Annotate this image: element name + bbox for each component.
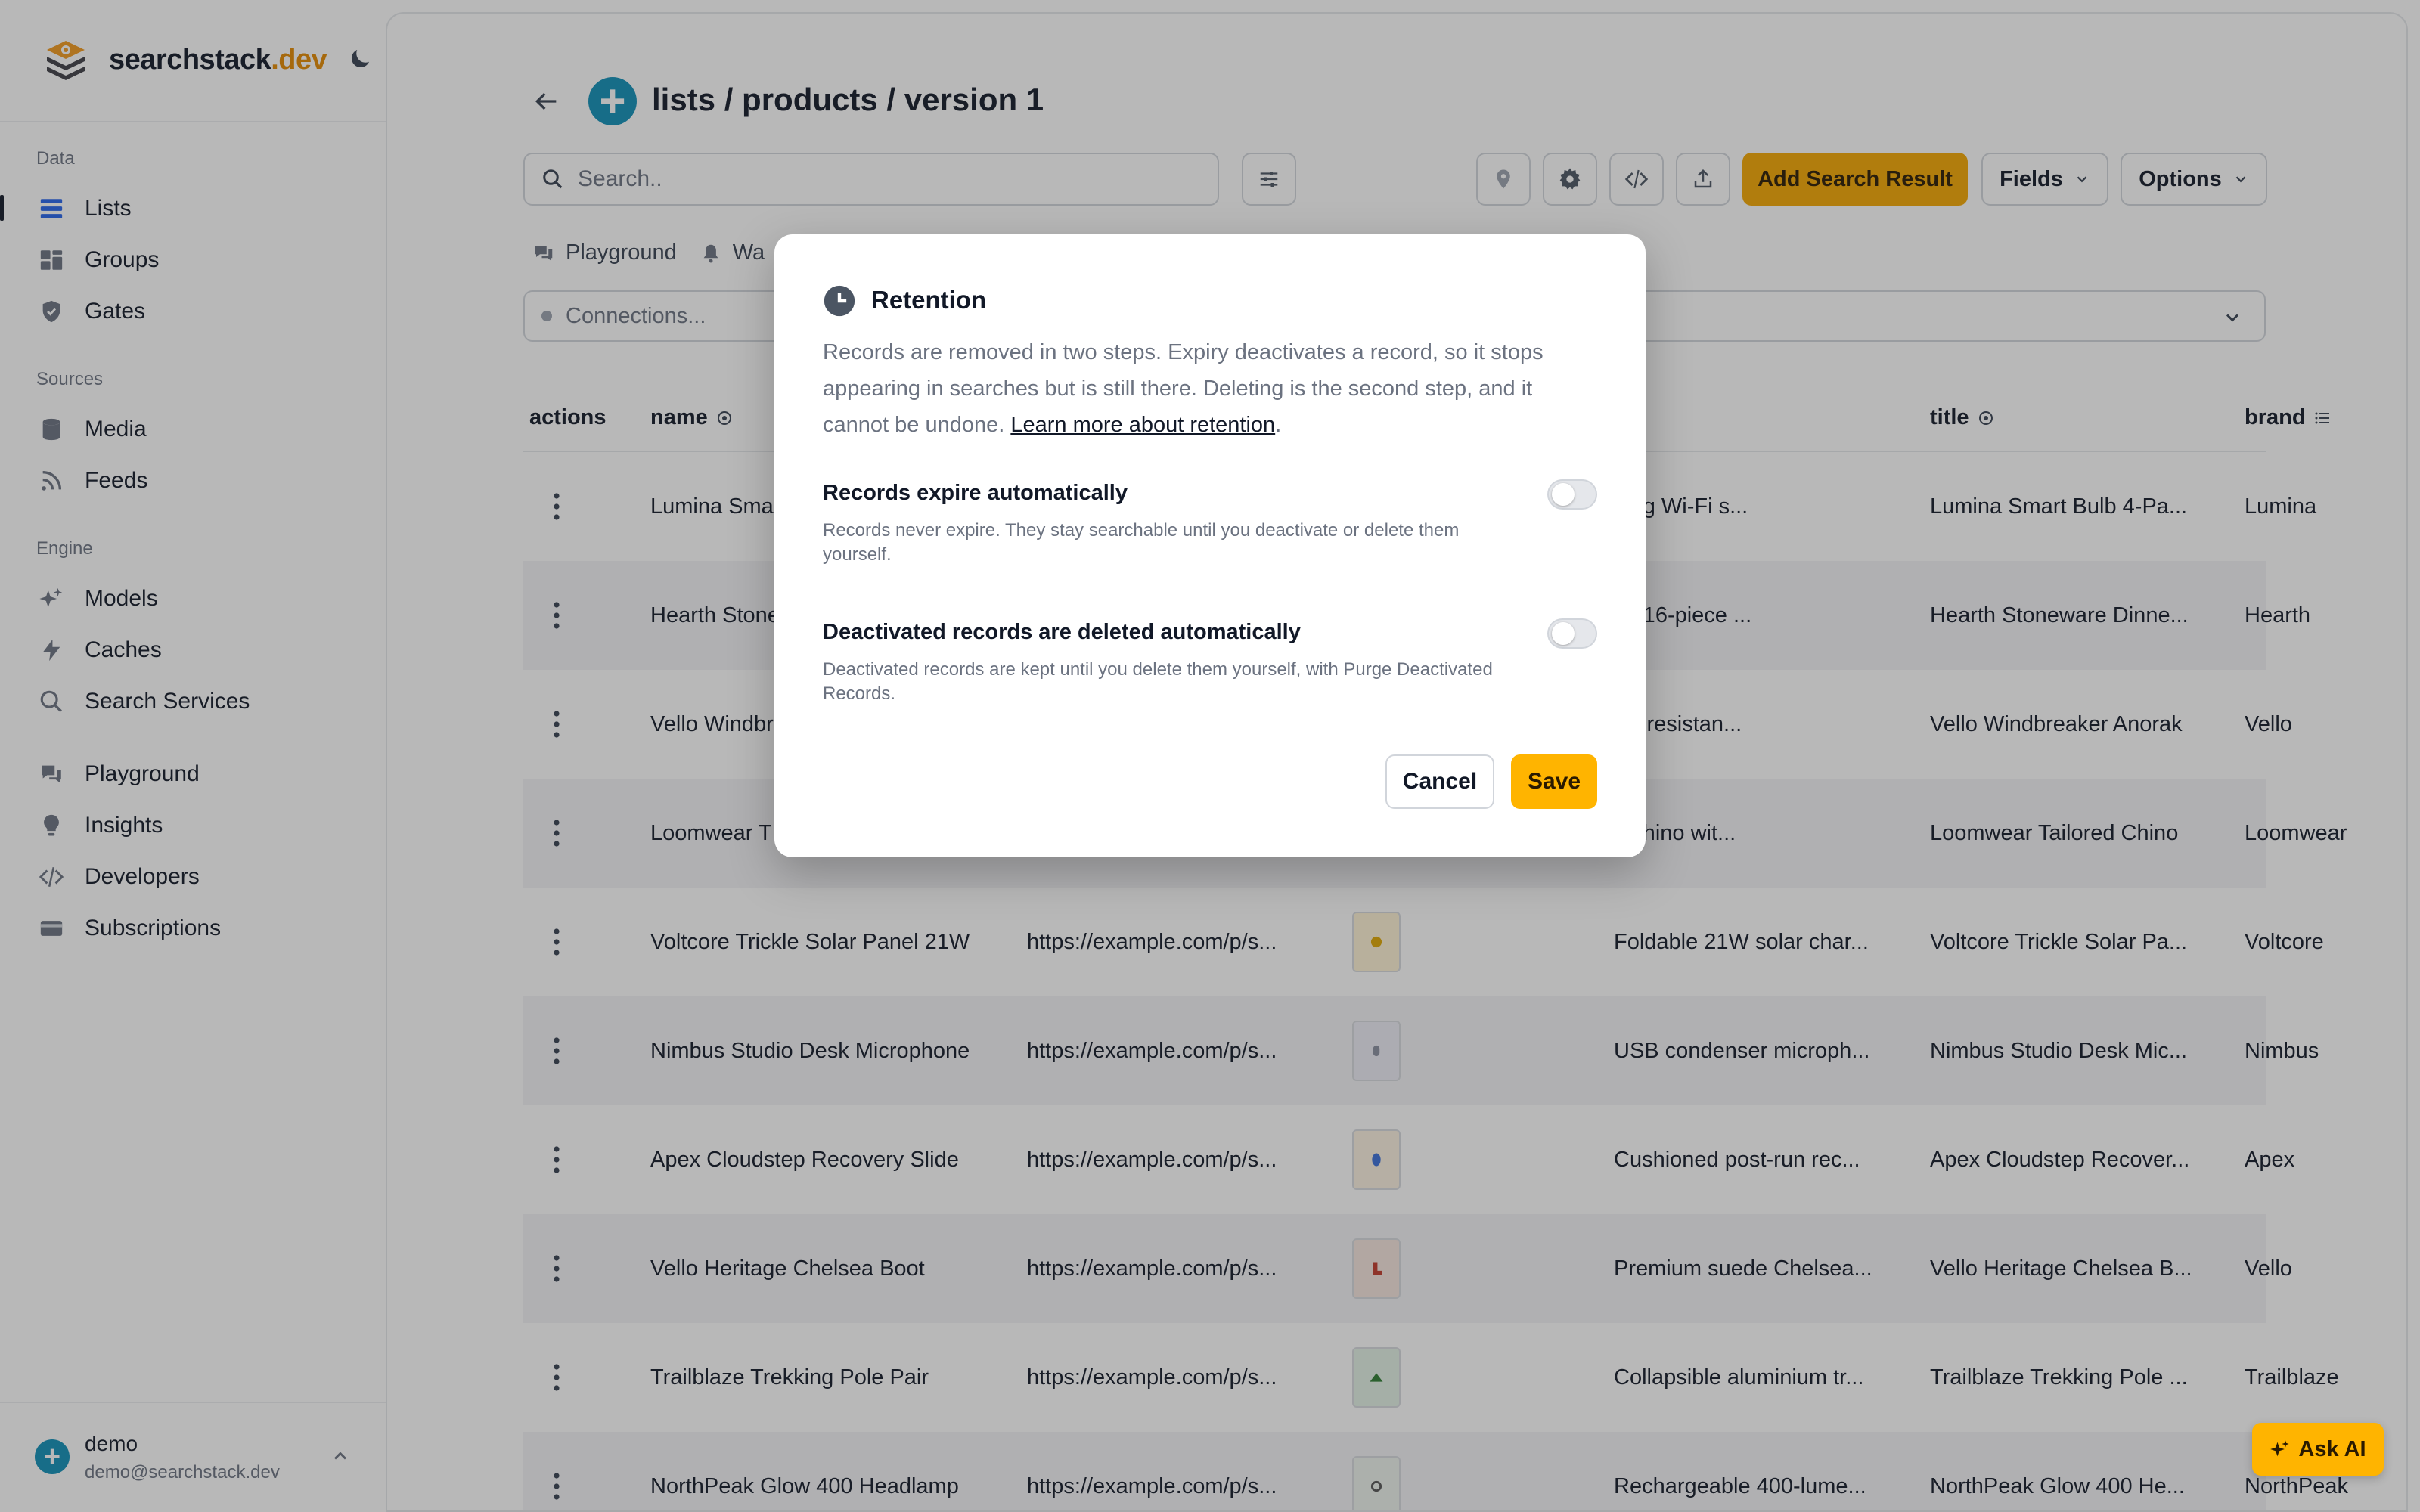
clock-icon [824,285,855,317]
ask-ai-label: Ask AI [2298,1436,2366,1461]
retention-dialog: Retention Records are removed in two ste… [774,234,1646,857]
delete-toggle[interactable] [1547,618,1597,649]
expire-toggle[interactable] [1547,479,1597,510]
learn-more-link[interactable]: Learn more about retention [1010,413,1275,437]
option-expire-label: Records expire automatically [823,481,1128,505]
option-delete-help: Deactivated records are kept until you d… [823,659,1493,704]
toggle-knob [1552,483,1575,506]
app: searchstack.dev Data Lists Groups Gates … [0,0,2420,1512]
cancel-button[interactable]: Cancel [1385,754,1494,809]
sparkles-icon [2270,1440,2290,1457]
toggle-knob [1552,622,1575,645]
dialog-description: Records are removed in two steps. Expiry… [823,340,1544,437]
option-delete-label: Deactivated records are deleted automati… [823,620,1301,644]
dialog-title: Retention [871,286,987,314]
save-button[interactable]: Save [1511,754,1597,809]
ask-ai-button[interactable]: Ask AI [2252,1423,2384,1476]
option-expire-help: Records never expire. They stay searchab… [823,520,1460,565]
